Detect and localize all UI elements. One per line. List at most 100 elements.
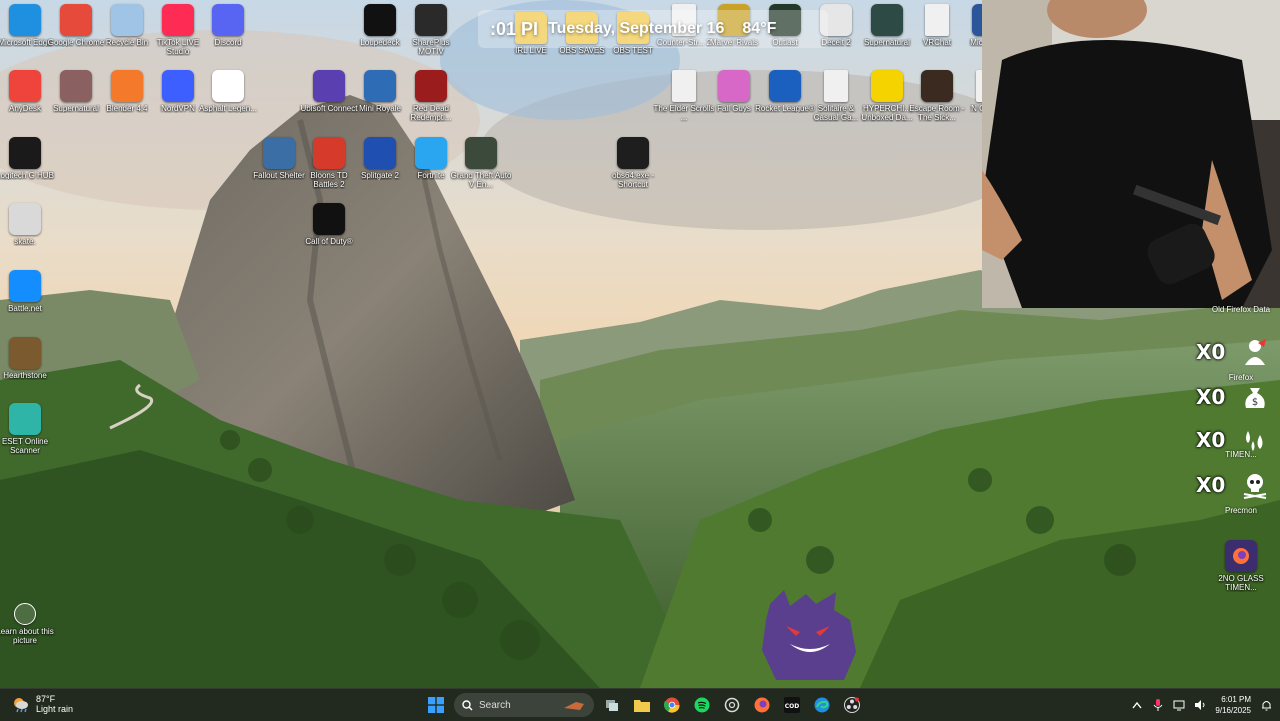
nordvpn-icon <box>162 70 194 102</box>
chatgpt-icon <box>724 697 740 713</box>
discord-icon <box>212 4 244 36</box>
volume-tray-button[interactable] <box>1194 699 1206 711</box>
webcam-overlay <box>982 0 1280 308</box>
logitech-icon <box>9 137 41 169</box>
desktop-icon-label: ESET Online Scanner <box>1 437 49 455</box>
splitgate-icon <box>364 137 396 169</box>
desktop-icon-label: skate. <box>14 237 36 246</box>
show-hidden-icons-button[interactable] <box>1131 699 1143 711</box>
task-view-icon <box>606 700 618 711</box>
desktop-icon-asphalt[interactable]: Asphalt Legen... <box>197 70 259 113</box>
desktop-icon-eset[interactable]: ESET Online Scanner <box>0 403 56 455</box>
precmon-label: Precmon <box>1224 506 1257 515</box>
tiktok-icon <box>162 4 194 36</box>
network-icon <box>1173 700 1185 711</box>
red-dead-icon <box>415 70 447 102</box>
widget-date: Tuesday, September 16 <box>548 20 725 37</box>
call-of-duty-taskbar-button[interactable]: COD <box>780 693 804 717</box>
taskbar-time: 6:01 PM <box>1221 695 1251 704</box>
network-tray-button[interactable] <box>1173 699 1185 711</box>
weather-widget[interactable]: 87°F Light rain <box>12 694 73 714</box>
desktop-icon-label: Grand Theft Auto V En... <box>450 171 512 189</box>
search-highlight-icon <box>564 702 584 710</box>
desktop-icon-shureplus[interactable]: SharePlus MOTIV <box>400 4 462 56</box>
loupedeck-icon <box>364 4 396 36</box>
desktop-icon-label: 2NO GLASS TIMEN... <box>1218 574 1264 592</box>
spotify-icon <box>694 697 710 713</box>
counter-player: X0 <box>1196 334 1270 370</box>
skull-icon <box>1243 474 1267 499</box>
recycle-bin-icon <box>111 4 143 36</box>
chrome-taskbar-button[interactable] <box>660 693 684 717</box>
spotify-taskbar-button[interactable] <box>690 693 714 717</box>
desktop-icon-label: Logitech G HUB <box>0 171 54 180</box>
mini-royale-icon <box>364 70 396 102</box>
svg-text:$: $ <box>1252 397 1258 408</box>
file-explorer-icon <box>634 700 650 712</box>
chatgpt-taskbar-button[interactable] <box>720 693 744 717</box>
counter-value: X0 <box>1196 473 1226 497</box>
desktop-icon-hearthstone[interactable]: Hearthstone <box>0 337 56 380</box>
desktop-icon-discord[interactable]: Discord <box>197 4 259 47</box>
obs-icon <box>617 137 649 169</box>
task-view-button[interactable] <box>600 693 624 717</box>
obs-icon <box>844 697 860 713</box>
battlenet-icon <box>9 270 41 302</box>
desktop-icon-obs[interactable]: obs64.exe - Shortcut <box>602 137 664 189</box>
desktop-icon-label: Battle.net <box>8 304 42 313</box>
learn-about-picture-icon <box>14 603 36 625</box>
counter-value: X0 <box>1196 428 1226 452</box>
search-placeholder: Search <box>479 699 511 711</box>
fortnite-icon <box>415 137 447 169</box>
desktop-icon-label: Red Dead Redempti... <box>410 104 452 122</box>
firefox-taskbar-button[interactable] <box>750 693 774 717</box>
desktop-icon-label: Hearthstone <box>3 371 47 380</box>
taskbar-search-box[interactable]: Search <box>454 693 594 717</box>
desktop-icon-label: Learn about this picture <box>0 627 54 645</box>
firefox-icon <box>1225 540 1257 572</box>
edge-taskbar-button[interactable] <box>810 693 834 717</box>
start-button[interactable] <box>424 693 448 717</box>
notifications-button[interactable] <box>1260 699 1272 711</box>
bell-icon <box>1261 701 1271 711</box>
desktop-icon-label: Asphalt Legen... <box>199 104 257 113</box>
desktop-icon-logitech[interactable]: Logitech G HUB <box>0 137 56 180</box>
escape-room-icon <box>921 70 953 102</box>
money-bag-icon: $ <box>1245 388 1265 408</box>
hyperchip-icon <box>871 70 903 102</box>
widget-temperature: 84°F <box>742 20 777 37</box>
ubisoft-icon <box>313 70 345 102</box>
supernatural-2-icon <box>871 4 903 36</box>
document-icon <box>824 70 848 102</box>
desktop-icon-label: Call of Duty® <box>305 237 353 246</box>
fallout-icon <box>263 137 295 169</box>
desktop-icon-glass-timen[interactable]: 2NO GLASS TIMEN... <box>1210 540 1272 592</box>
obs-taskbar-button[interactable] <box>840 693 864 717</box>
desktop-icon-learn-about-picture[interactable]: Learn about this picture <box>0 603 56 645</box>
bloons-icon <box>313 137 345 169</box>
desktop-icon-gta[interactable]: Grand Theft Auto V En... <box>450 137 512 189</box>
hearthstone-icon <box>9 337 41 369</box>
desktop-icon-skate[interactable]: skate. <box>0 203 56 246</box>
eset-icon <box>9 403 41 435</box>
widget-time: :01 PI <box>490 18 539 39</box>
desktop-icon-battlenet[interactable]: Battle.net <box>0 270 56 313</box>
anydesk-icon <box>9 70 41 102</box>
document-icon <box>925 4 949 36</box>
search-icon <box>462 699 473 710</box>
gta-icon <box>465 137 497 169</box>
counter-drops: X0 <box>1196 422 1270 458</box>
document-icon <box>672 70 696 102</box>
file-explorer-button[interactable] <box>630 693 654 717</box>
chevron-up-icon <box>1132 701 1142 709</box>
taskbar-clock[interactable]: 6:01 PM 9/16/2025 <box>1215 694 1251 716</box>
desktop-icon-red-dead[interactable]: Red Dead Redempti... <box>400 70 462 122</box>
desktop-icon-label: obs64.exe - Shortcut <box>612 171 654 189</box>
firefox-icon <box>754 697 770 713</box>
microphone-tray-button[interactable] <box>1152 699 1164 711</box>
counter-value: X0 <box>1196 385 1226 409</box>
counter-deaths: X0 <box>1196 467 1270 503</box>
desktop-icon-call-of-duty[interactable]: Call of Duty® <box>298 203 360 246</box>
edge-icon <box>9 4 41 36</box>
taskbar-apps: Search COD <box>424 692 864 718</box>
